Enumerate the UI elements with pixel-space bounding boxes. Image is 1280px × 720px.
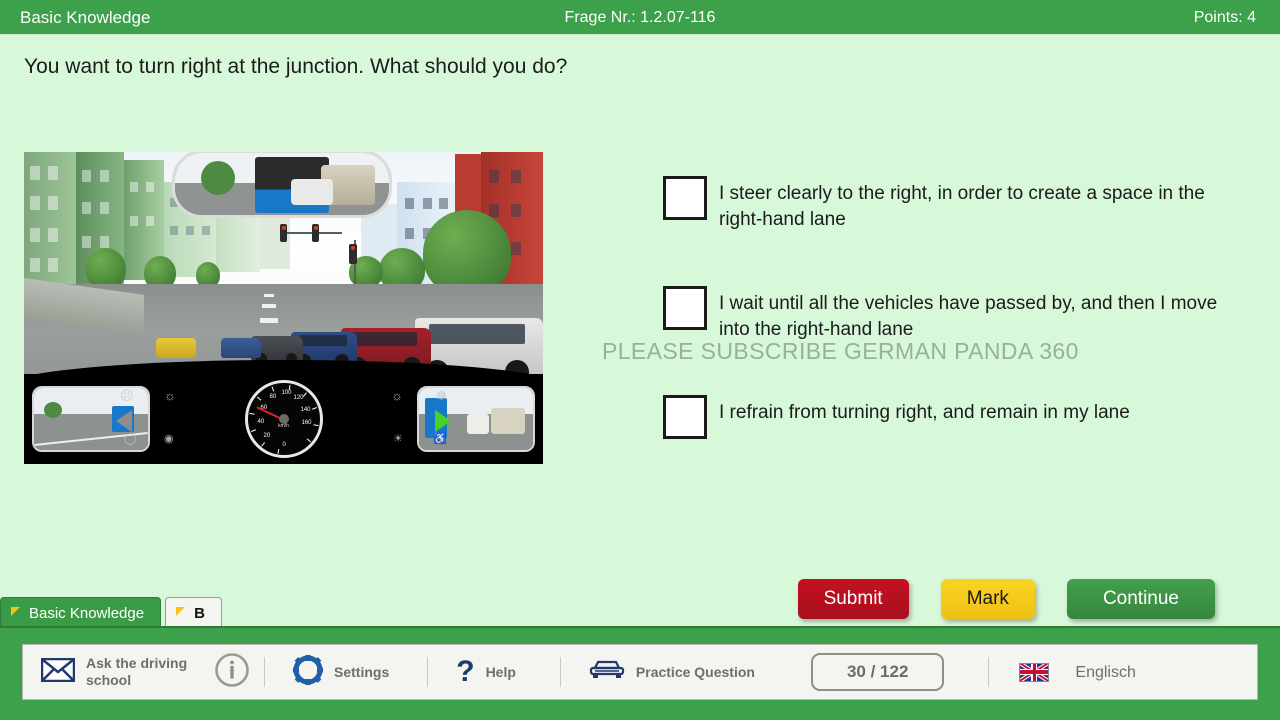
traffic-light-red-2 [313, 226, 318, 230]
question-text: You want to turn right at the junction. … [24, 55, 568, 78]
help-button[interactable]: ? Help [428, 645, 530, 699]
parked-car-far [221, 338, 261, 358]
building-right-2 [455, 154, 481, 214]
language-selector[interactable]: Englisch [989, 645, 1149, 699]
steering-warning-icon: ◉ [164, 433, 174, 445]
answer-label-3: I refrain from turning right, and remain… [719, 402, 1130, 423]
fog-light-icon: ☸ [435, 388, 447, 403]
answer-checkbox-3[interactable] [663, 395, 707, 439]
tab-basic-knowledge[interactable]: Basic Knowledge [0, 597, 162, 628]
language-label: Englisch [1075, 663, 1136, 681]
parked-car-yellow-left [156, 338, 196, 358]
answer-option-2[interactable]: I wait until all the vehicles have passe… [663, 286, 1243, 343]
gauge-tick-120: 120 [293, 395, 304, 401]
answer-checkbox-1[interactable] [663, 176, 707, 220]
ask-driving-school-label: Ask the driving school [86, 655, 188, 688]
seatbelt-warning-icon: ♿ [433, 433, 447, 445]
envelope-icon [40, 657, 76, 687]
headlight-icon-right: ☼ [391, 388, 403, 403]
tab-label-1: Basic Knowledge [29, 604, 145, 622]
tab-label-2: B [194, 604, 205, 622]
points-label: Points: 4 [1193, 9, 1256, 26]
gauge-tick-80: 80 [269, 394, 277, 400]
practice-question-label: Practice Question [635, 663, 755, 680]
gauge-tick-160: 160 [301, 420, 312, 426]
tab-marker-icon-2 [176, 607, 186, 616]
help-label: Help [485, 663, 516, 680]
submit-button[interactable]: Submit [797, 579, 909, 619]
traffic-light-box-3 [349, 244, 357, 264]
traffic-scene-image: ☹ ☼ ◯ ◉ ☼ ☸ ☀ ♿ 0 20 40 60 80 100 120 14… [24, 152, 543, 464]
gauge-tick-0: 0 [282, 442, 286, 448]
turn-signal-left-icon [116, 410, 132, 432]
speedometer: 0 20 40 60 80 100 120 140 160 km/h [244, 380, 323, 458]
headlight-icon-left: ☼ [164, 388, 176, 403]
turn-signal-right-icon [435, 410, 451, 432]
tab-class-b[interactable]: B [165, 597, 222, 628]
airbag-warning-icon: ☹ [120, 388, 134, 403]
settings-button[interactable]: Settings [265, 645, 403, 699]
info-button[interactable] [208, 645, 264, 699]
center-dash-2 [262, 304, 276, 308]
answer-label-2: I wait until all the vehicles have passe… [719, 293, 1218, 340]
category-tabs: Basic Knowledge B [0, 597, 222, 628]
gauge-tick-20: 20 [263, 433, 271, 439]
mirror-tree [201, 161, 235, 195]
center-dash-1 [264, 294, 274, 297]
bottom-bar: Ask the driving school Settings ? Help P… [0, 626, 1280, 720]
app-root: Basic Knowledge Frage Nr.: 1.2.07-116 Po… [0, 0, 1280, 720]
traffic-light-box-2 [312, 224, 319, 242]
bottom-toolbar: Ask the driving school Settings ? Help P… [22, 644, 1258, 700]
action-buttons: Submit Mark Continue [797, 579, 1215, 619]
gauge-hub [278, 414, 289, 424]
gauge-unit-label: km/h [278, 423, 289, 430]
center-dash-3 [260, 318, 278, 323]
question-mark-icon: ? [456, 655, 475, 688]
traffic-light-red-3 [351, 246, 355, 250]
gauge-tick-140: 140 [300, 407, 311, 413]
uk-flag-icon [1019, 662, 1050, 682]
answer-option-3[interactable]: I refrain from turning right, and remain… [663, 395, 1243, 439]
gauge-tick-100: 100 [281, 390, 292, 396]
traffic-light-box-1 [280, 224, 287, 242]
tab-marker-icon-1 [11, 607, 20, 616]
answer-checkbox-2[interactable] [663, 286, 707, 330]
bulb-warning-icon: ☀ [393, 433, 403, 445]
question-counter[interactable]: 30 / 122 [810, 653, 945, 691]
abs-warning-icon: ◯ [124, 433, 137, 445]
car-icon [589, 659, 625, 686]
gear-icon [293, 654, 323, 690]
answer-options-list: I steer clearly to the right, in order t… [663, 176, 1243, 439]
continue-button[interactable]: Continue [1066, 579, 1215, 619]
traffic-light-red-1 [281, 226, 286, 230]
dashboard: ☹ ☼ ◯ ◉ ☼ ☸ ☀ ♿ 0 20 40 60 80 100 120 14… [24, 360, 543, 464]
gauge-tick-40: 40 [257, 419, 265, 425]
app-header: Basic Knowledge Frage Nr.: 1.2.07-116 Po… [0, 0, 1280, 35]
answer-option-1[interactable]: I steer clearly to the right, in order t… [663, 176, 1243, 233]
question-number: Frage Nr.: 1.2.07-116 [564, 9, 716, 26]
mark-button[interactable]: Mark [940, 579, 1035, 619]
practice-question-button[interactable]: Practice Question [561, 645, 769, 699]
info-icon [214, 652, 250, 693]
mirror-car [291, 179, 333, 205]
ask-driving-school-button[interactable]: Ask the driving school [23, 645, 208, 699]
settings-label: Settings [334, 663, 390, 680]
rear-view-mirror [172, 152, 392, 218]
answer-label-1: I steer clearly to the right, in order t… [719, 183, 1205, 230]
